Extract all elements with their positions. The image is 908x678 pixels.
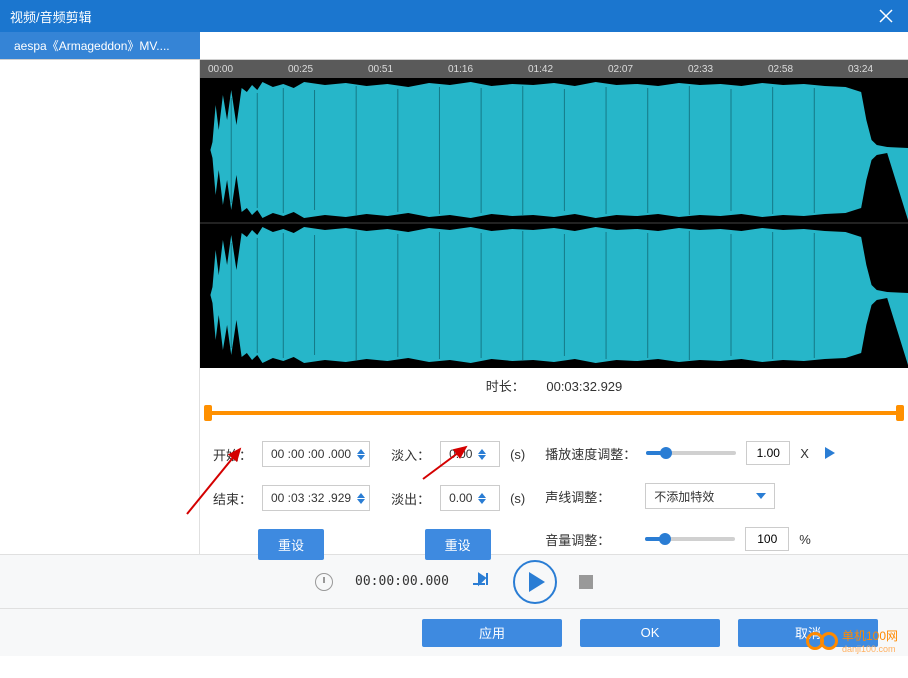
duration-bar: 时长： 00:03:32.929 xyxy=(200,368,908,403)
watermark-text: 单机100网 xyxy=(842,627,898,644)
range-track xyxy=(204,411,904,415)
volume-slider[interactable] xyxy=(645,537,735,541)
end-label: 结束： xyxy=(212,489,252,508)
start-label: 开始： xyxy=(212,445,252,464)
chevron-down-icon xyxy=(756,493,766,499)
speed-label: 播放速度调整： xyxy=(545,444,636,463)
fadeout-label: 淡出： xyxy=(390,489,430,508)
ok-button[interactable]: OK xyxy=(580,619,720,647)
tab-label: aespa《Armageddon》MV.... xyxy=(14,37,170,54)
ruler-tick: 02:33 xyxy=(688,64,713,75)
ruler-tick: 00:51 xyxy=(368,64,393,75)
sidebar xyxy=(0,60,200,554)
slider-thumb[interactable] xyxy=(660,447,672,459)
voice-effect-value: 不添加特效 xyxy=(654,488,714,505)
fadeout-input[interactable]: 0.00 xyxy=(440,485,500,511)
ruler-tick: 00:25 xyxy=(288,64,313,75)
time-ruler: 00:00 00:25 00:51 01:16 01:42 02:07 02:3… xyxy=(200,60,908,78)
spinner-up-icon[interactable] xyxy=(478,449,486,454)
window-title: 视频/音频剪辑 xyxy=(10,7,92,26)
seconds-unit: (s) xyxy=(510,491,525,506)
end-time-input[interactable]: 00 :03 :32 .929 xyxy=(262,485,370,511)
watermark-url: danji100.com xyxy=(842,644,898,654)
volume-unit: % xyxy=(799,532,811,547)
volume-label: 音量调整： xyxy=(545,530,635,549)
volume-value-input[interactable] xyxy=(745,527,789,551)
waveform-display[interactable] xyxy=(200,78,908,368)
play-icon xyxy=(529,572,545,592)
spinner-down-icon[interactable] xyxy=(478,455,486,460)
spinner-up-icon[interactable] xyxy=(478,493,486,498)
duration-label: 时长： xyxy=(486,379,525,394)
fadeout-value: 0.00 xyxy=(449,491,472,505)
stop-button[interactable] xyxy=(579,575,593,589)
end-time-value: 00 :03 :32 .929 xyxy=(271,491,351,505)
close-icon xyxy=(879,9,893,23)
speed-value-input[interactable] xyxy=(746,441,790,465)
apply-button[interactable]: 应用 xyxy=(422,619,562,647)
ruler-tick: 00:00 xyxy=(208,64,233,75)
ruler-tick: 01:16 xyxy=(448,64,473,75)
range-handle-start[interactable] xyxy=(204,405,212,421)
waveform-svg xyxy=(200,78,908,368)
jump-icon xyxy=(471,570,491,588)
watermark-icon xyxy=(820,632,838,650)
clock-icon xyxy=(315,573,333,591)
play-icon xyxy=(825,447,835,459)
ruler-tick: 02:58 xyxy=(768,64,793,75)
start-time-input[interactable]: 00 :00 :00 .000 xyxy=(262,441,370,467)
reset-fade-button[interactable]: 重设 xyxy=(425,529,491,560)
watermark: 单机100网 danji100.com xyxy=(806,627,898,654)
title-bar: 视频/音频剪辑 xyxy=(0,0,908,32)
spinner-down-icon[interactable] xyxy=(357,455,365,460)
tab-strip: aespa《Armageddon》MV.... xyxy=(0,32,908,60)
spinner-down-icon[interactable] xyxy=(478,499,486,504)
ruler-tick: 03:24 xyxy=(848,64,873,75)
close-button[interactable] xyxy=(874,4,898,28)
spinner-up-icon[interactable] xyxy=(357,493,365,498)
speed-unit: X xyxy=(800,446,809,461)
seconds-unit: (s) xyxy=(510,447,525,462)
ruler-tick: 02:07 xyxy=(608,64,633,75)
range-handle-end[interactable] xyxy=(896,405,904,421)
ruler-tick: 01:42 xyxy=(528,64,553,75)
tab-file[interactable]: aespa《Armageddon》MV.... xyxy=(0,32,200,59)
slider-thumb[interactable] xyxy=(659,533,671,545)
fadein-label: 淡入： xyxy=(390,445,430,464)
preview-speed-button[interactable] xyxy=(819,442,841,464)
fadein-value: 0.00 xyxy=(449,447,472,461)
duration-value: 00:03:32.929 xyxy=(546,379,622,394)
dialog-footer: 应用 OK 取消 xyxy=(0,608,908,656)
range-slider[interactable] xyxy=(204,403,904,423)
voice-effect-select[interactable]: 不添加特效 xyxy=(645,483,775,509)
spinner-up-icon[interactable] xyxy=(357,449,365,454)
spinner-down-icon[interactable] xyxy=(357,499,365,504)
reset-time-button[interactable]: 重设 xyxy=(258,529,324,560)
start-time-value: 00 :00 :00 .000 xyxy=(271,447,351,461)
voice-label: 声线调整： xyxy=(545,487,635,506)
playback-time: 00:00:00.000 xyxy=(355,574,449,589)
jump-to-button[interactable] xyxy=(471,570,491,593)
speed-slider[interactable] xyxy=(646,451,736,455)
fadein-input[interactable]: 0.00 xyxy=(440,441,500,467)
